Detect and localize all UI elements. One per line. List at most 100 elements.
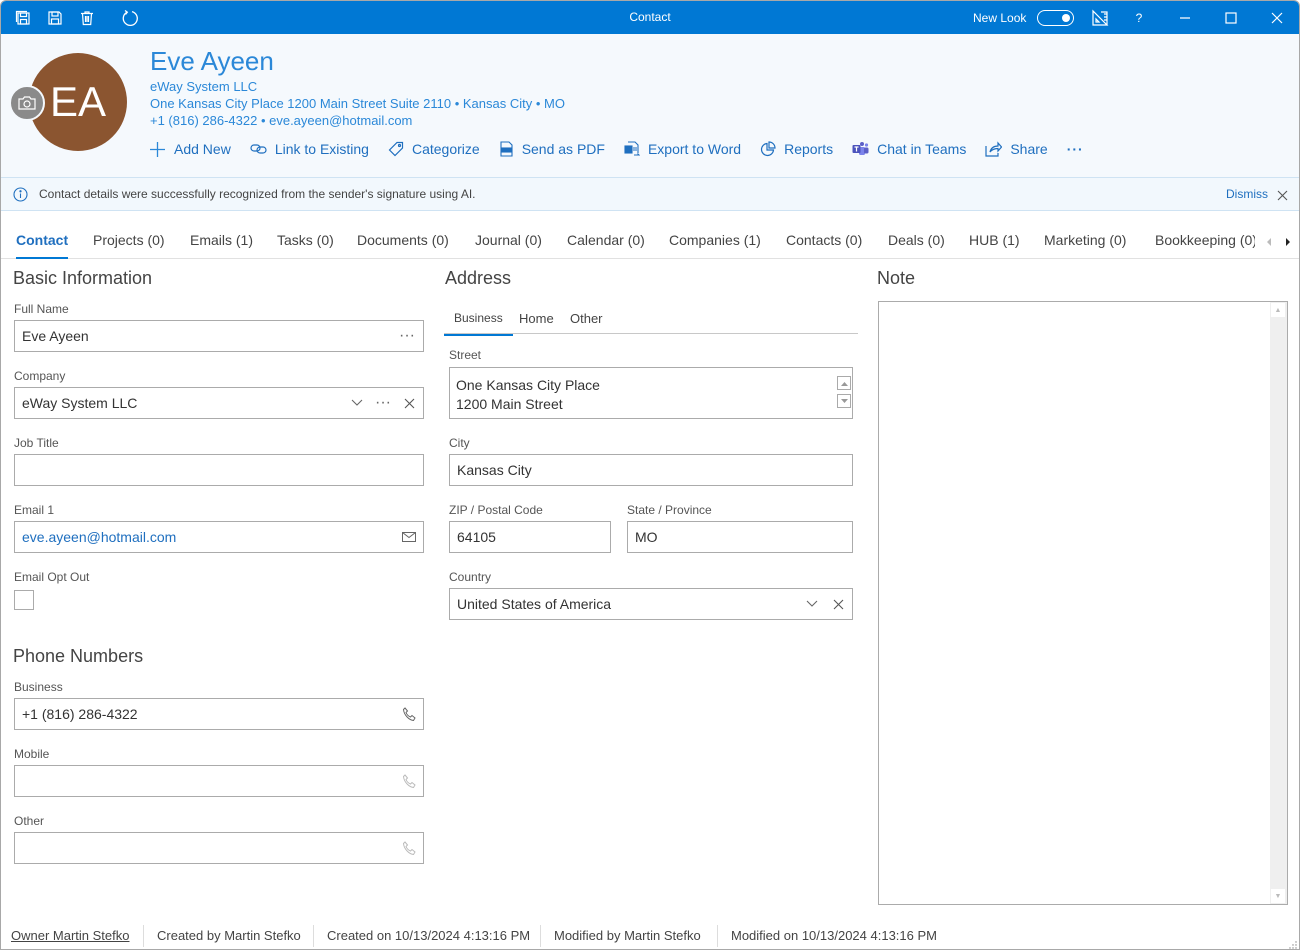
tabs-scroll-right-button[interactable]: [1284, 234, 1292, 252]
more-icon: ···: [1066, 141, 1084, 157]
help-button[interactable]: ?: [1116, 1, 1162, 34]
header-contact-info[interactable]: +1 (816) 286-4322 • eve.ayeen@hotmail.co…: [150, 113, 412, 128]
ruler-triangle-icon[interactable]: [1090, 8, 1110, 28]
phone-icon[interactable]: [401, 840, 417, 856]
contact-header: EA Eve Ayeen eWay System LLC One Kansas …: [1, 34, 1299, 177]
note-textarea[interactable]: ▲ ▼: [878, 301, 1288, 905]
tab-hub[interactable]: HUB (1): [969, 232, 1020, 248]
business-phone-field[interactable]: +1 (816) 286-4322: [14, 698, 424, 730]
email-opt-out-label: Email Opt Out: [14, 570, 90, 584]
address-tab-home[interactable]: Home: [519, 311, 554, 326]
tab-contacts[interactable]: Contacts (0): [786, 232, 862, 248]
zip-label: ZIP / Postal Code: [449, 503, 543, 517]
action-bar: Add New Link to Existing Categorize Send…: [149, 138, 1103, 160]
chevron-down-icon[interactable]: [804, 596, 820, 612]
owner-link[interactable]: Owner Martin Stefko: [11, 928, 130, 943]
reports-button[interactable]: Reports: [760, 141, 833, 157]
address-tab-business[interactable]: Business: [444, 311, 513, 336]
phone-numbers-title: Phone Numbers: [13, 646, 144, 666]
address-tab-other[interactable]: Other: [570, 311, 603, 326]
clear-icon[interactable]: [830, 596, 846, 612]
mobile-phone-field[interactable]: [14, 765, 424, 797]
save-and-close-icon[interactable]: [13, 8, 33, 28]
phone-icon[interactable]: [401, 773, 417, 789]
zip-field[interactable]: 64105: [449, 521, 611, 553]
country-select[interactable]: United States of America: [449, 588, 853, 620]
ai-info-bar: Contact details were successfully recogn…: [1, 177, 1299, 211]
mobile-phone-label: Mobile: [14, 747, 50, 761]
share-button[interactable]: Share: [985, 141, 1048, 157]
business-phone-label: Business: [14, 680, 63, 694]
clear-icon[interactable]: [401, 395, 417, 411]
email1-field[interactable]: eve.ayeen@hotmail.com: [14, 521, 424, 553]
close-window-button[interactable]: [1254, 1, 1299, 34]
full-name-field[interactable]: Eve Ayeen ···: [14, 320, 424, 352]
add-new-button[interactable]: Add New: [149, 141, 231, 158]
modified-on: Modified on 10/13/2024 4:13:16 PM: [731, 928, 937, 943]
minimize-button[interactable]: [1162, 1, 1208, 34]
change-photo-button[interactable]: [9, 85, 45, 121]
tab-projects[interactable]: Projects (0): [93, 232, 165, 248]
share-icon: [985, 141, 1003, 157]
more-actions-button[interactable]: ···: [1067, 141, 1084, 157]
title-bar: Contact New Look ?: [1, 1, 1299, 34]
new-look-toggle[interactable]: [1037, 10, 1074, 26]
state-field[interactable]: MO: [627, 521, 853, 553]
send-as-pdf-button[interactable]: Send as PDF: [499, 141, 605, 157]
scroll-down-button[interactable]: ▼: [1271, 889, 1285, 903]
tab-contact[interactable]: Contact: [16, 232, 69, 259]
tab-bookkeeping[interactable]: Bookkeeping (0): [1155, 232, 1255, 248]
dismiss-link[interactable]: Dismiss: [1226, 187, 1268, 201]
scroll-up-button[interactable]: [837, 376, 851, 390]
more-icon[interactable]: ···: [375, 394, 391, 411]
tag-icon: [388, 141, 404, 157]
tab-companies[interactable]: Companies (1): [669, 232, 761, 248]
save-icon[interactable]: [45, 8, 65, 28]
maximize-button[interactable]: [1208, 1, 1254, 34]
tab-tasks[interactable]: Tasks (0): [277, 232, 334, 248]
city-field[interactable]: Kansas City: [449, 454, 853, 486]
pdf-icon: [500, 141, 513, 157]
job-title-field[interactable]: [14, 454, 424, 486]
company-label: Company: [14, 369, 66, 383]
caret-down-icon: [840, 398, 848, 403]
full-name-label: Full Name: [14, 302, 69, 316]
link-to-existing-button[interactable]: Link to Existing: [250, 141, 369, 157]
email-opt-out-checkbox[interactable]: [14, 590, 34, 610]
divider: [143, 925, 144, 947]
chevron-down-icon[interactable]: [349, 395, 365, 411]
more-icon[interactable]: ···: [399, 327, 415, 344]
tab-documents[interactable]: Documents (0): [357, 232, 449, 248]
note-scrollbar[interactable]: ▲ ▼: [1270, 302, 1287, 904]
info-message: Contact details were successfully recogn…: [39, 187, 476, 201]
categorize-button[interactable]: Categorize: [388, 141, 480, 157]
camera-icon: [18, 96, 36, 110]
tab-marketing[interactable]: Marketing (0): [1044, 232, 1126, 248]
contact-window: Contact New Look ? EA Eve Ayeen eWay Sys…: [0, 0, 1300, 950]
envelope-icon[interactable]: [401, 529, 417, 545]
tab-calendar[interactable]: Calendar (0): [567, 232, 645, 248]
street-textarea[interactable]: One Kansas City Place 1200 Main Street: [449, 367, 853, 419]
delete-icon[interactable]: [77, 8, 97, 28]
chat-in-teams-button[interactable]: Chat in Teams: [852, 141, 966, 157]
header-company-link[interactable]: eWay System LLC: [150, 79, 257, 94]
close-info-button[interactable]: [1277, 188, 1288, 206]
city-label: City: [449, 436, 470, 450]
tab-journal[interactable]: Journal (0): [475, 232, 542, 248]
other-phone-field[interactable]: [14, 832, 424, 864]
header-address[interactable]: One Kansas City Place 1200 Main Street S…: [150, 96, 565, 111]
tab-deals[interactable]: Deals (0): [888, 232, 945, 248]
tabs-scroll-left-button[interactable]: [1265, 234, 1273, 252]
export-to-word-button[interactable]: Export to Word: [624, 141, 741, 157]
link-icon: [250, 144, 267, 154]
tab-emails[interactable]: Emails (1): [190, 232, 253, 248]
caret-up-icon: [840, 381, 848, 386]
divider: [313, 925, 314, 947]
tab-bar: Contact Projects (0) Emails (1) Tasks (0…: [1, 223, 1299, 259]
scroll-down-button[interactable]: [837, 394, 851, 408]
company-field[interactable]: eWay System LLC ···: [14, 387, 424, 419]
refresh-icon[interactable]: [120, 8, 140, 28]
close-icon: [1277, 190, 1288, 201]
phone-icon[interactable]: [401, 706, 417, 722]
scroll-up-button[interactable]: ▲: [1271, 303, 1285, 317]
